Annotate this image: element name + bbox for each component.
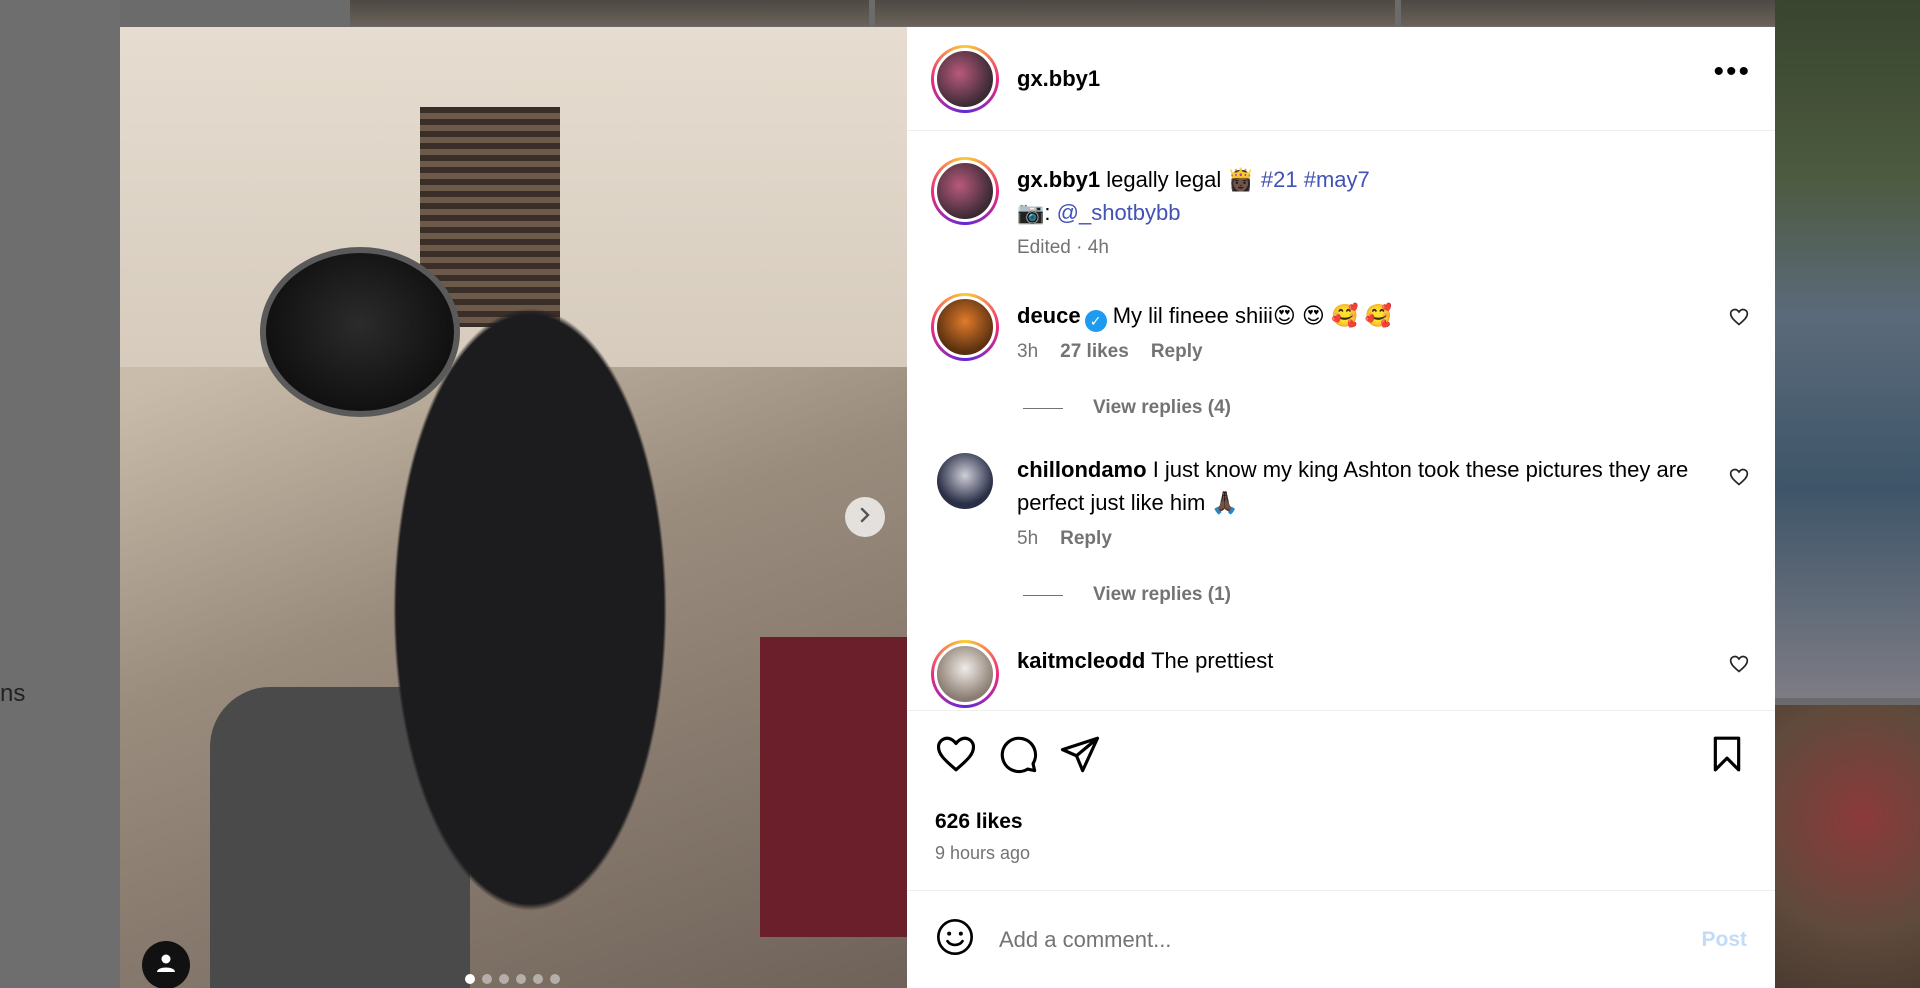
post-header: gx.bby1 ••• bbox=[907, 27, 1775, 131]
view-replies-label: View replies (4) bbox=[1093, 397, 1231, 418]
comment-meta: 3h 27 likes Reply bbox=[1017, 341, 1729, 363]
heart-icon[interactable] bbox=[935, 733, 977, 780]
comment-reply-button[interactable]: Reply bbox=[1151, 341, 1203, 363]
comment-username[interactable]: chillondamo bbox=[1017, 457, 1147, 482]
post-sidebar: gx.bby1 ••• gx.bby1 legally legal 👸🏿 #21… bbox=[907, 27, 1775, 988]
share-icon[interactable] bbox=[1059, 733, 1101, 780]
mention-link[interactable]: @_shotbybb bbox=[1057, 200, 1181, 225]
comment-like-icon[interactable] bbox=[1729, 467, 1751, 492]
user-tag-icon bbox=[155, 952, 177, 979]
background-grid bbox=[350, 0, 1920, 26]
comment-item: deuce ✓ My lil fineee shiii😍 😍 🥰 🥰 3h 27 … bbox=[931, 293, 1751, 363]
background-tile-right-bottom bbox=[1775, 705, 1920, 988]
photo-table-cloth bbox=[760, 637, 907, 937]
comment-text: The prettiest bbox=[1151, 648, 1274, 673]
post-media[interactable] bbox=[120, 27, 907, 988]
comment-time: 5h bbox=[1017, 528, 1039, 549]
carousel-indicator bbox=[465, 974, 560, 984]
comment-username[interactable]: kaitmcleodd bbox=[1017, 648, 1145, 673]
carousel-dot-active bbox=[465, 974, 475, 984]
comment-username[interactable]: deuce bbox=[1017, 303, 1081, 328]
comment-avatar[interactable] bbox=[931, 640, 999, 708]
comment-avatar-image bbox=[934, 296, 996, 358]
caption-text: legally legal bbox=[1106, 167, 1222, 192]
carousel-dot bbox=[533, 974, 543, 984]
comments-list[interactable]: gx.bby1 legally legal 👸🏿 #21 #may7 📷: @_… bbox=[907, 131, 1775, 710]
comment-reply-button[interactable]: Reply bbox=[1060, 528, 1112, 550]
view-replies-label: View replies (1) bbox=[1093, 584, 1231, 605]
replies-divider bbox=[1023, 594, 1063, 596]
author-username[interactable]: gx.bby1 bbox=[1017, 66, 1100, 92]
carousel-dot bbox=[550, 974, 560, 984]
comment-text-line: kaitmcleodd The prettiest bbox=[1017, 644, 1729, 677]
background-tile bbox=[875, 0, 1395, 26]
author-avatar[interactable] bbox=[931, 44, 999, 113]
comment-text-line: chillondamo I just know my king Ashton t… bbox=[1017, 453, 1729, 519]
post-comment-button[interactable]: Post bbox=[1701, 928, 1747, 952]
background-sidebar: ns bbox=[0, 0, 120, 988]
comment-text-line: deuce ✓ My lil fineee shiii😍 😍 🥰 🥰 bbox=[1017, 299, 1729, 332]
comment-text: My lil fineee shiii😍 😍 🥰 🥰 bbox=[1112, 303, 1392, 328]
background-text: ns bbox=[0, 680, 26, 707]
comment-avatar[interactable] bbox=[931, 293, 999, 361]
caption-avatar-image bbox=[934, 160, 996, 222]
more-options-icon[interactable]: ••• bbox=[1713, 56, 1751, 101]
post-time: 9 hours ago bbox=[935, 843, 1031, 863]
caption: gx.bby1 legally legal 👸🏿 #21 #may7 📷: @_… bbox=[931, 157, 1751, 259]
caption-edited-time: Edited · 4h bbox=[1017, 237, 1109, 258]
background-tile bbox=[350, 0, 870, 26]
comment-likes[interactable]: 27 likes bbox=[1060, 341, 1129, 363]
comment-meta: 5h Reply bbox=[1017, 528, 1729, 550]
comment-input[interactable]: Add a comment... bbox=[999, 927, 1701, 953]
hashtag-link[interactable]: #may7 bbox=[1304, 167, 1370, 192]
post-modal: gx.bby1 ••• gx.bby1 legally legal 👸🏿 #21… bbox=[120, 27, 1775, 988]
hashtag-link[interactable]: #21 bbox=[1261, 167, 1298, 192]
verified-badge-icon: ✓ bbox=[1084, 310, 1107, 332]
comment-avatar[interactable] bbox=[937, 453, 993, 509]
comment-content: chillondamo I just know my king Ashton t… bbox=[1017, 453, 1729, 550]
view-replies-button[interactable]: View replies (4) bbox=[1023, 397, 1751, 419]
background-tile-right bbox=[1775, 0, 1920, 698]
carousel-dot bbox=[482, 974, 492, 984]
caption-line-2: 📷: @_shotbybb bbox=[1017, 196, 1751, 229]
caption-credit-prefix: 📷: bbox=[1017, 200, 1051, 225]
tagged-users-button[interactable] bbox=[142, 941, 190, 988]
chevron-right-icon bbox=[857, 507, 873, 528]
next-slide-button[interactable] bbox=[845, 497, 885, 537]
comment-content: deuce ✓ My lil fineee shiii😍 😍 🥰 🥰 3h 27 … bbox=[1017, 299, 1729, 363]
replies-divider bbox=[1023, 407, 1063, 409]
add-comment-bar: Add a comment... Post bbox=[907, 890, 1775, 988]
photo-cake bbox=[260, 247, 460, 417]
comment-item: chillondamo I just know my king Ashton t… bbox=[931, 453, 1751, 550]
comment-avatar-image bbox=[934, 643, 996, 705]
carousel-dot bbox=[516, 974, 526, 984]
comment-like-icon[interactable] bbox=[1729, 654, 1751, 679]
caption-line-1: gx.bby1 legally legal 👸🏿 #21 #may7 bbox=[1017, 163, 1751, 196]
caption-avatar[interactable] bbox=[931, 157, 999, 225]
comment-content: kaitmcleodd The prettiest bbox=[1017, 644, 1729, 677]
comment-like-icon[interactable] bbox=[1729, 307, 1751, 332]
caption-emoji: 👸🏿 bbox=[1227, 167, 1255, 192]
comment-icon[interactable] bbox=[997, 733, 1039, 780]
comment-time: 3h bbox=[1017, 341, 1039, 362]
view-replies-button[interactable]: View replies (1) bbox=[1023, 584, 1751, 606]
caption-username[interactable]: gx.bby1 bbox=[1017, 167, 1100, 192]
bookmark-icon[interactable] bbox=[1707, 733, 1747, 780]
like-count[interactable]: 626 likes bbox=[935, 810, 1747, 834]
post-actions: 626 likes 9 hours ago bbox=[907, 710, 1775, 890]
caption-content: gx.bby1 legally legal 👸🏿 #21 #may7 📷: @_… bbox=[1017, 163, 1751, 259]
emoji-icon[interactable] bbox=[935, 917, 975, 962]
carousel-dot bbox=[499, 974, 509, 984]
author-avatar-image bbox=[934, 47, 996, 110]
action-icons bbox=[935, 733, 1747, 780]
caption-meta: Edited · 4h bbox=[1017, 237, 1751, 259]
comment-item: kaitmcleodd The prettiest bbox=[931, 640, 1751, 708]
